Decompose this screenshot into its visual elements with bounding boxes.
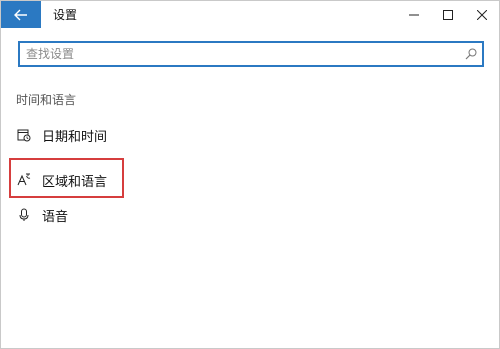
back-button[interactable] (1, 1, 41, 28)
region-language-icon (16, 172, 32, 188)
minimize-icon (409, 14, 419, 15)
search-box[interactable] (18, 41, 484, 67)
title-bar: 设置 (1, 1, 499, 28)
nav-item-speech[interactable]: 语音 (16, 203, 68, 227)
search-icon[interactable] (460, 43, 482, 65)
search-input[interactable] (20, 43, 460, 65)
section-title: 时间和语言 (16, 93, 77, 107)
nav-item-label: 语音 (42, 209, 69, 225)
microphone-icon (16, 207, 32, 223)
nav-item-label: 日期和时间 (42, 129, 108, 145)
calendar-clock-icon (16, 127, 32, 143)
maximize-button[interactable] (431, 1, 465, 28)
nav-item-label: 区域和语言 (42, 174, 108, 190)
minimize-button[interactable] (397, 1, 431, 28)
settings-window: 设置 查找设置 时间和语言 日期和时间 区域和语言 语音 (0, 0, 500, 349)
close-icon (477, 9, 487, 20)
arrow-left-icon (14, 9, 27, 20)
window-title: 设置 (53, 8, 78, 22)
nav-item-date-time[interactable]: 日期和时间 (16, 123, 107, 147)
window-controls (397, 1, 499, 28)
close-button[interactable] (465, 1, 499, 28)
nav-item-region-language[interactable]: 区域和语言 (16, 168, 107, 192)
maximize-icon (443, 9, 453, 20)
